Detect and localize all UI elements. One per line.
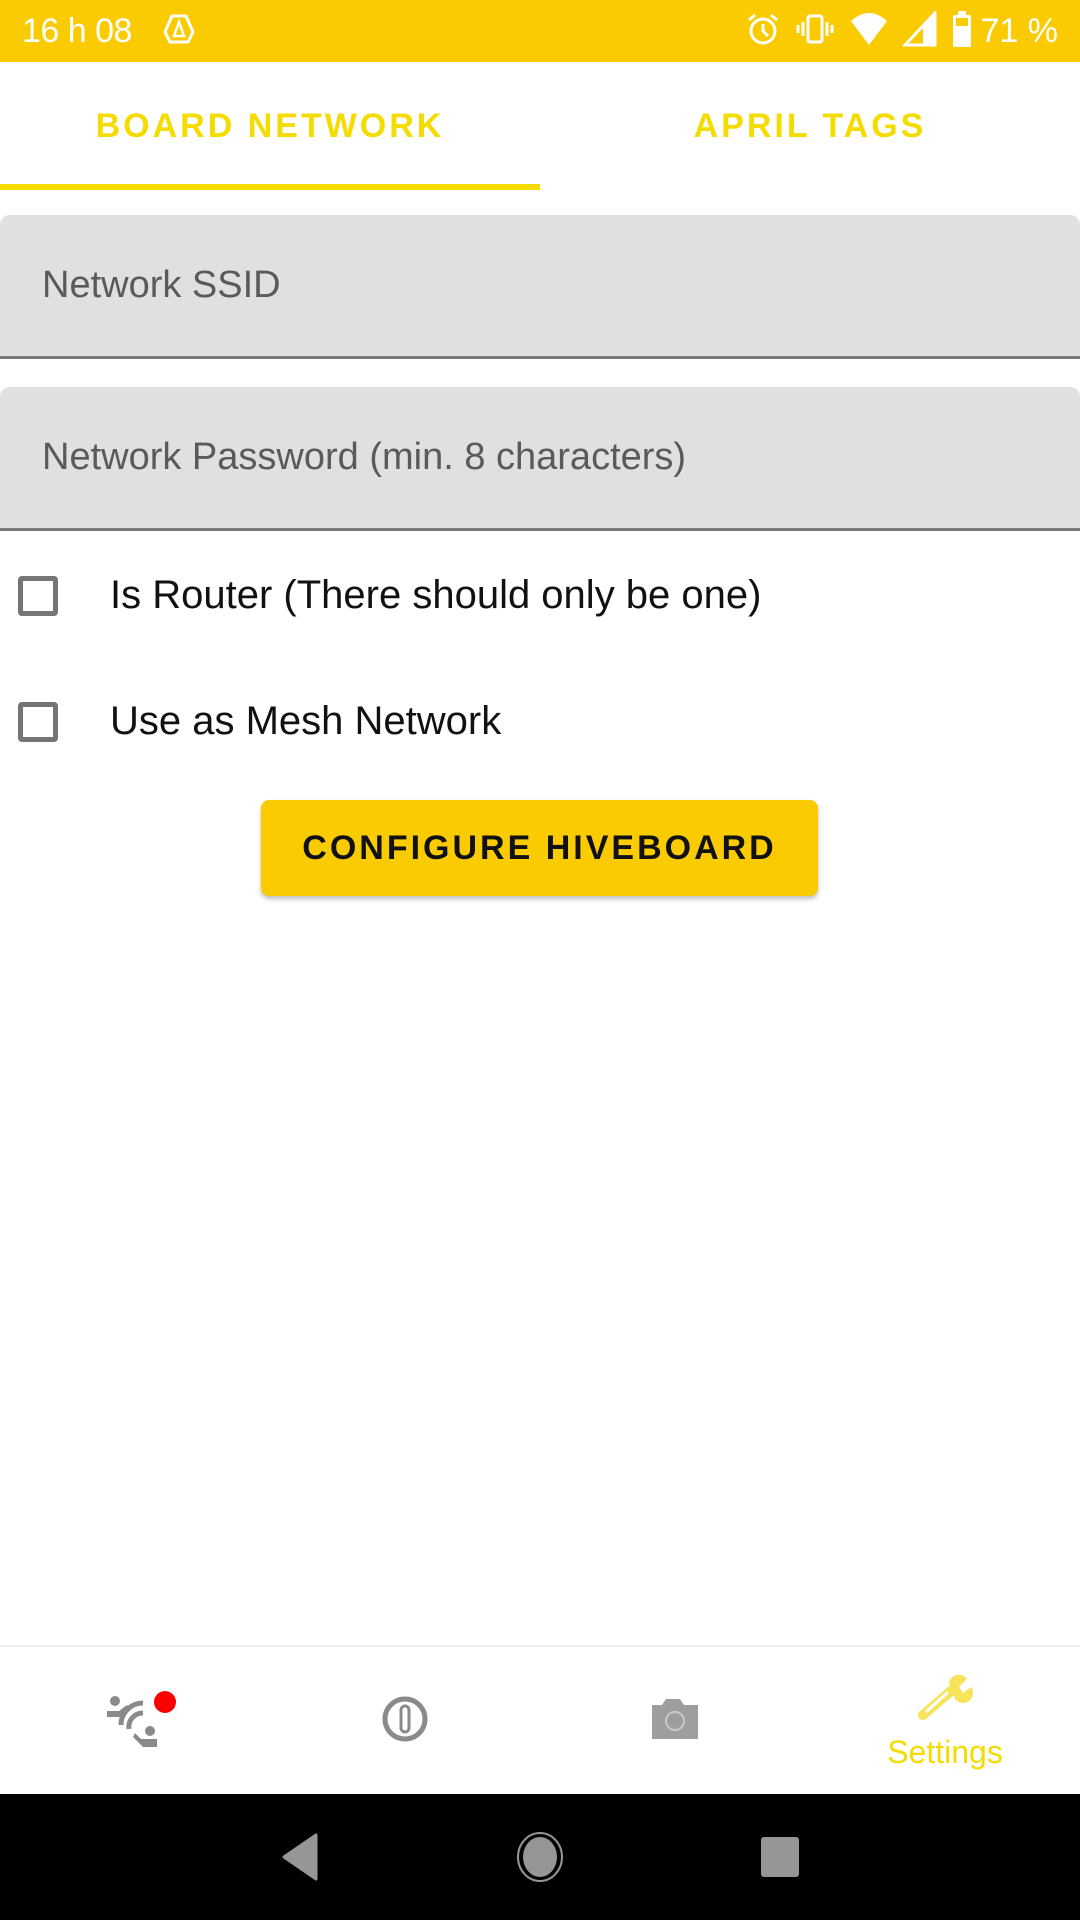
system-navigation-bar [0, 1794, 1080, 1920]
camera-icon [648, 1697, 702, 1746]
tab-board-network[interactable]: BOARD NETWORK [0, 62, 540, 190]
ssid-input[interactable] [42, 264, 1022, 307]
password-field[interactable] [0, 387, 1080, 531]
nav-item-info[interactable] [270, 1647, 540, 1796]
alarm-icon [745, 11, 781, 52]
nav-label-settings: Settings [887, 1733, 1003, 1770]
tab-bar: BOARD NETWORK APRIL TAGS [0, 62, 1080, 190]
mesh-network-checkbox[interactable] [18, 701, 58, 742]
battery-percent: 71 % [980, 11, 1059, 50]
battery-icon [951, 10, 973, 53]
active-tab-indicator [0, 184, 540, 190]
notification-badge [154, 1691, 176, 1713]
recents-button[interactable] [740, 1817, 820, 1897]
bottom-navigation: Settings [0, 1645, 1080, 1796]
nav-item-connect[interactable] [0, 1647, 270, 1796]
home-button[interactable] [500, 1817, 580, 1897]
mesh-network-option[interactable]: Use as Mesh Network [18, 699, 501, 744]
tab-label: BOARD NETWORK [95, 106, 445, 145]
back-button[interactable] [260, 1817, 340, 1897]
home-icon [517, 1832, 563, 1882]
is-router-label: Is Router (There should only be one) [110, 573, 762, 617]
ssid-field[interactable] [0, 215, 1080, 359]
status-time: 16 h 08 [22, 11, 132, 50]
tab-label: APRIL TAGS [693, 106, 927, 145]
is-router-checkbox[interactable] [18, 575, 58, 616]
configure-hiveboard-button[interactable]: CONFIGURE HIVEBOARD [261, 800, 818, 896]
password-input[interactable] [42, 436, 1022, 479]
wifi-icon [849, 11, 889, 52]
nav-item-camera[interactable] [540, 1647, 810, 1796]
tab-april-tags[interactable]: APRIL TAGS [540, 62, 1080, 190]
status-bar: 16 h 08 71 % [0, 0, 1080, 62]
mesh-network-label: Use as Mesh Network [110, 699, 502, 743]
app-notification-icon [162, 12, 196, 51]
wrench-icon [915, 1673, 975, 1728]
cell-signal-icon [901, 8, 937, 52]
back-icon [282, 1833, 318, 1881]
info-icon [380, 1694, 430, 1749]
is-router-option[interactable]: Is Router (There should only be one) [18, 573, 761, 618]
recents-icon [761, 1837, 799, 1877]
vibrate-icon [795, 11, 835, 52]
nav-item-settings[interactable]: Settings [810, 1647, 1080, 1796]
